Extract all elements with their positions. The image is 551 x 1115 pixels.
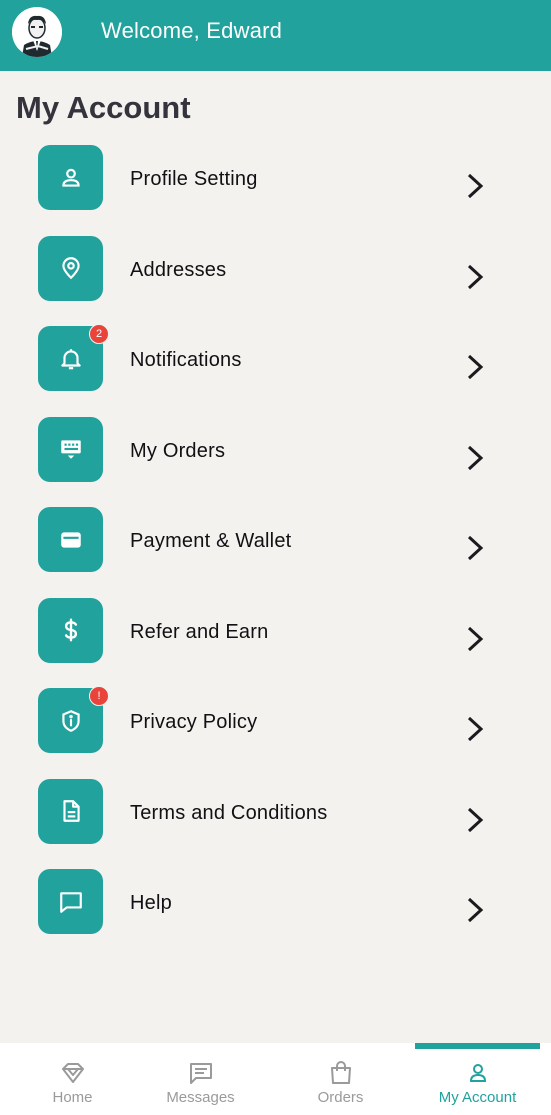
location-pin-icon [61, 257, 80, 280]
menu-item-help[interactable]: Help [0, 869, 551, 960]
page-title: My Account [16, 90, 191, 125]
wallet-icon [60, 531, 81, 548]
app-header: Welcome, Edward [0, 0, 551, 71]
tab-label: Messages [166, 1089, 235, 1106]
menu-item-refer-and-earn[interactable]: Refer and Earn [0, 597, 551, 689]
tab-orders[interactable]: Orders [272, 1043, 409, 1115]
user-icon [469, 1064, 486, 1082]
chevron-right-icon [467, 173, 484, 199]
tab-home[interactable]: Home [4, 1043, 141, 1115]
menu-item-my-orders[interactable]: My Orders [0, 416, 551, 508]
tab-my-account[interactable]: My Account [409, 1043, 546, 1115]
notification-badge: 2 [89, 324, 109, 344]
menu-icon-tile [38, 869, 103, 934]
chevron-right-icon [467, 897, 484, 923]
menu-icon-tile [38, 416, 103, 482]
chevron-right-icon [467, 807, 484, 832]
menu-icon-tile [38, 507, 103, 572]
chevron-right-icon [467, 445, 484, 470]
user-icon [61, 168, 80, 187]
menu-item-profile-setting[interactable]: Profile Setting [0, 145, 551, 236]
menu-item-label: Addresses [130, 258, 227, 281]
menu-item-label: Privacy Policy [130, 711, 258, 733]
menu-item-addresses[interactable]: Addresses [0, 235, 551, 327]
menu-item-terms-and-conditions[interactable]: Terms and Conditions [0, 778, 551, 870]
menu-item-label: Notifications [130, 349, 242, 371]
chevron-right-icon [467, 716, 484, 742]
businessman-avatar-icon [12, 7, 62, 57]
chevron-right-icon [467, 535, 484, 561]
menu-item-label: Payment & Wallet [130, 530, 292, 552]
menu-icon-tile [38, 235, 103, 301]
chevron-right-icon [467, 626, 484, 651]
menu-item-privacy-policy[interactable]: ! Privacy Policy [0, 686, 551, 779]
orders-icon [60, 440, 81, 459]
alert-badge: ! [89, 686, 109, 706]
menu-icon-tile [38, 597, 103, 663]
chevron-right-icon [467, 354, 484, 380]
bell-icon [60, 348, 81, 369]
tab-label: My Account [438, 1089, 517, 1106]
menu-icon-tile [38, 778, 103, 844]
menu-item-label: Help [130, 892, 172, 914]
menu-item-label: My Orders [130, 439, 226, 462]
tab-messages[interactable]: Messages [132, 1043, 269, 1115]
dollar-icon [64, 618, 77, 642]
shield-icon [61, 709, 80, 732]
menu-item-payment-wallet[interactable]: Payment & Wallet [0, 507, 551, 598]
tab-label: Home [52, 1089, 93, 1106]
bottom-navigation: Home Messages Orders My Account [0, 1043, 551, 1115]
shopping-bag-icon [330, 1061, 351, 1084]
welcome-message: Welcome, Edward [101, 18, 283, 43]
avatar[interactable] [12, 7, 62, 57]
diamond-icon [61, 1063, 84, 1083]
tab-label: Orders [317, 1089, 364, 1106]
menu-item-label: Profile Setting [130, 168, 258, 190]
menu-item-notifications[interactable]: 2 Notifications [0, 324, 551, 417]
chevron-right-icon [467, 264, 484, 289]
document-icon [62, 800, 80, 822]
message-icon [189, 1063, 212, 1084]
menu-item-label: Refer and Earn [130, 620, 269, 643]
menu-icon-tile [38, 145, 103, 210]
chat-icon [59, 891, 82, 913]
menu-item-label: Terms and Conditions [130, 801, 328, 824]
account-menu: Profile Setting Addresses 2 Notification… [0, 145, 551, 960]
